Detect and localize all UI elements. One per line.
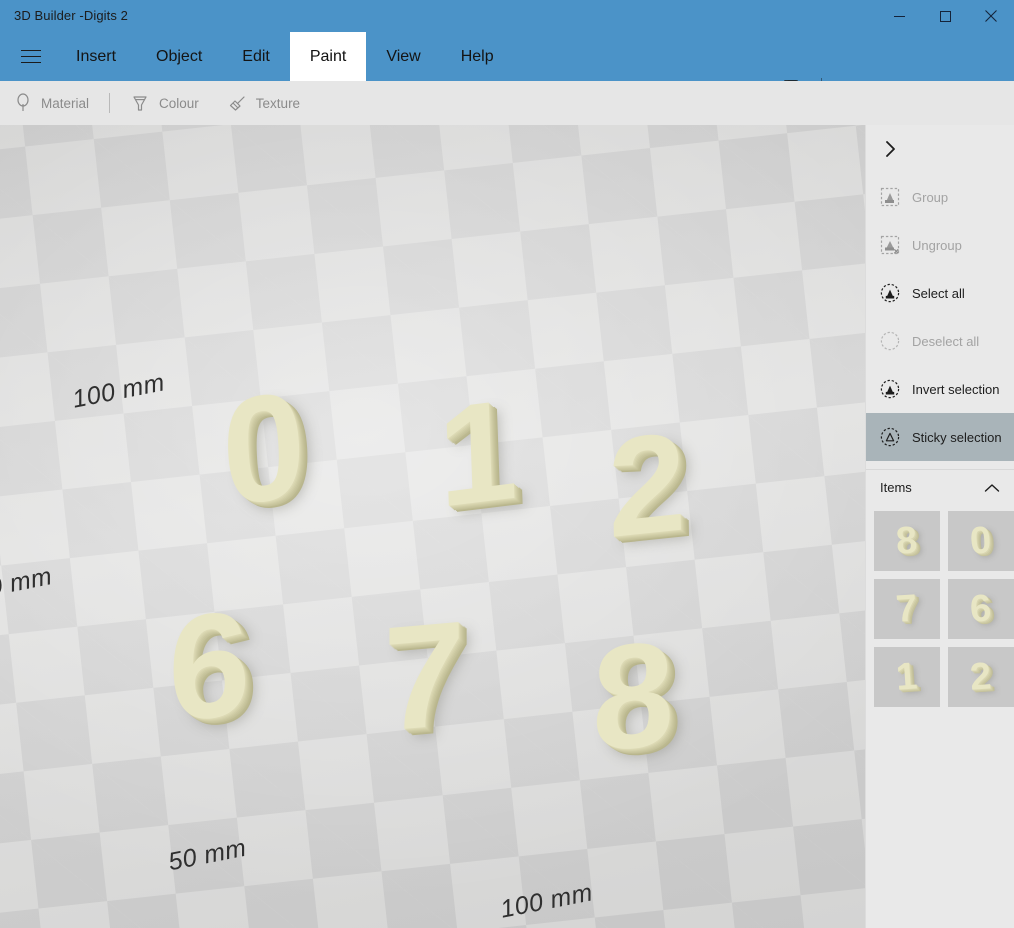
item-thumbnail[interactable]: 1: [874, 647, 940, 707]
menu-item-sticky-selection[interactable]: Sticky selection: [866, 413, 1014, 461]
texture-button[interactable]: Texture: [213, 81, 314, 125]
menu-item-invert-selection-label: Invert selection: [912, 381, 1000, 397]
tab-object[interactable]: Object: [136, 32, 222, 81]
menu-item-ungroup-label: Ungroup: [912, 237, 962, 253]
model-digit-edge[interactable]: 1: [843, 919, 865, 928]
expand-panel-button[interactable]: [866, 125, 1014, 173]
item-thumbnail-label: 7: [894, 587, 920, 631]
paint-toolbar: Material Colour Texture: [0, 81, 1014, 125]
model-digit-7[interactable]: 7: [383, 590, 465, 763]
toolbar-divider: [109, 93, 111, 113]
item-thumbnail-label: 2: [968, 655, 994, 699]
material-icon: [17, 93, 29, 111]
3d-viewport[interactable]: 100 mm 0 mm 50 mm 100 mm 0 1 2 6 7 8 1: [0, 125, 865, 928]
item-thumbnail[interactable]: 2: [948, 647, 1014, 707]
colour-label: Colour: [159, 95, 199, 111]
tab-edit-label: Edit: [242, 47, 270, 65]
items-thumbnail-grid: 8 0 7 6 1 2: [866, 505, 1014, 715]
menu-item-group[interactable]: Group: [866, 173, 1014, 221]
select-all-icon: [880, 283, 900, 303]
menu-item-group-label: Group: [912, 189, 949, 205]
item-thumbnail[interactable]: 6: [948, 579, 1014, 639]
window-controls: [876, 0, 1014, 32]
material-label: Material: [41, 95, 90, 111]
items-section-title: Items: [880, 480, 912, 495]
tab-paint-label: Paint: [309, 47, 347, 65]
ungroup-icon: [880, 235, 900, 255]
chevron-right-icon: [886, 141, 895, 157]
sticky-selection-icon: [880, 427, 900, 447]
texture-icon: [229, 96, 245, 111]
item-thumbnail[interactable]: 8: [874, 511, 940, 571]
model-digit-6[interactable]: 6: [167, 579, 252, 753]
minimize-icon: [893, 15, 905, 17]
invert-selection-icon: [880, 379, 900, 399]
selection-menu: Group Ungroup Select all Deselect all In…: [866, 173, 1014, 461]
menu-item-deselect-all-label: Deselect all: [912, 333, 980, 349]
material-button[interactable]: Material: [0, 81, 103, 125]
menu-item-sticky-selection-label: Sticky selection: [912, 429, 1002, 445]
close-button[interactable]: [968, 0, 1014, 32]
model-digit-2[interactable]: 2: [607, 402, 687, 568]
tab-edit[interactable]: Edit: [222, 32, 290, 81]
hamburger-icon: [21, 45, 41, 68]
model-digit-1[interactable]: 1: [435, 369, 519, 538]
minimize-button[interactable]: [876, 0, 922, 32]
chevron-up-icon[interactable]: [984, 483, 1000, 493]
item-thumbnail-label: 0: [968, 519, 994, 563]
group-icon: [880, 187, 900, 207]
item-thumbnail-label: 8: [894, 519, 920, 563]
model-digit-0[interactable]: 0: [218, 358, 309, 538]
tab-view[interactable]: View: [366, 32, 440, 81]
maximize-icon: [939, 10, 951, 22]
window-title: 3D Builder -Digits 2: [14, 8, 128, 23]
app-window: 3D Builder -Digits 2 Insert Object Edit …: [0, 0, 1014, 928]
tab-object-label: Object: [156, 47, 203, 65]
tab-help-label: Help: [460, 47, 494, 65]
tab-paint[interactable]: Paint: [289, 32, 367, 81]
menu-bar: Insert Object Edit Paint View Help 3D Pr…: [0, 32, 1014, 100]
tab-insert-label: Insert: [76, 47, 117, 65]
tab-help[interactable]: Help: [441, 32, 514, 81]
item-thumbnail[interactable]: 0: [948, 511, 1014, 571]
item-thumbnail-label: 6: [968, 587, 994, 631]
item-thumbnail[interactable]: 7: [874, 579, 940, 639]
colour-button[interactable]: Colour: [116, 81, 213, 125]
texture-label: Texture: [255, 95, 301, 111]
model-digit-8[interactable]: 8: [592, 610, 674, 783]
tab-view-label: View: [386, 47, 421, 65]
tab-insert[interactable]: Insert: [56, 32, 136, 81]
menu-item-deselect-all[interactable]: Deselect all: [866, 317, 1014, 365]
hamburger-menu-button[interactable]: [8, 32, 54, 81]
menu-item-ungroup[interactable]: Ungroup: [866, 221, 1014, 269]
deselect-all-icon: [880, 331, 900, 351]
colour-icon: [133, 96, 147, 111]
menu-item-select-all[interactable]: Select all: [866, 269, 1014, 317]
item-thumbnail-label: 1: [894, 655, 920, 699]
right-panel: Group Ungroup Select all Deselect all In…: [865, 125, 1014, 928]
menu-item-invert-selection[interactable]: Invert selection: [866, 365, 1014, 413]
items-section-header[interactable]: Items: [866, 469, 1014, 505]
menu-tabs: Insert Object Edit Paint View Help: [56, 32, 514, 81]
maximize-button[interactable]: [922, 0, 968, 32]
close-icon: [985, 10, 997, 22]
build-plate-grid: [0, 125, 865, 928]
title-bar: 3D Builder -Digits 2: [0, 0, 1014, 32]
menu-item-select-all-label: Select all: [912, 285, 965, 301]
